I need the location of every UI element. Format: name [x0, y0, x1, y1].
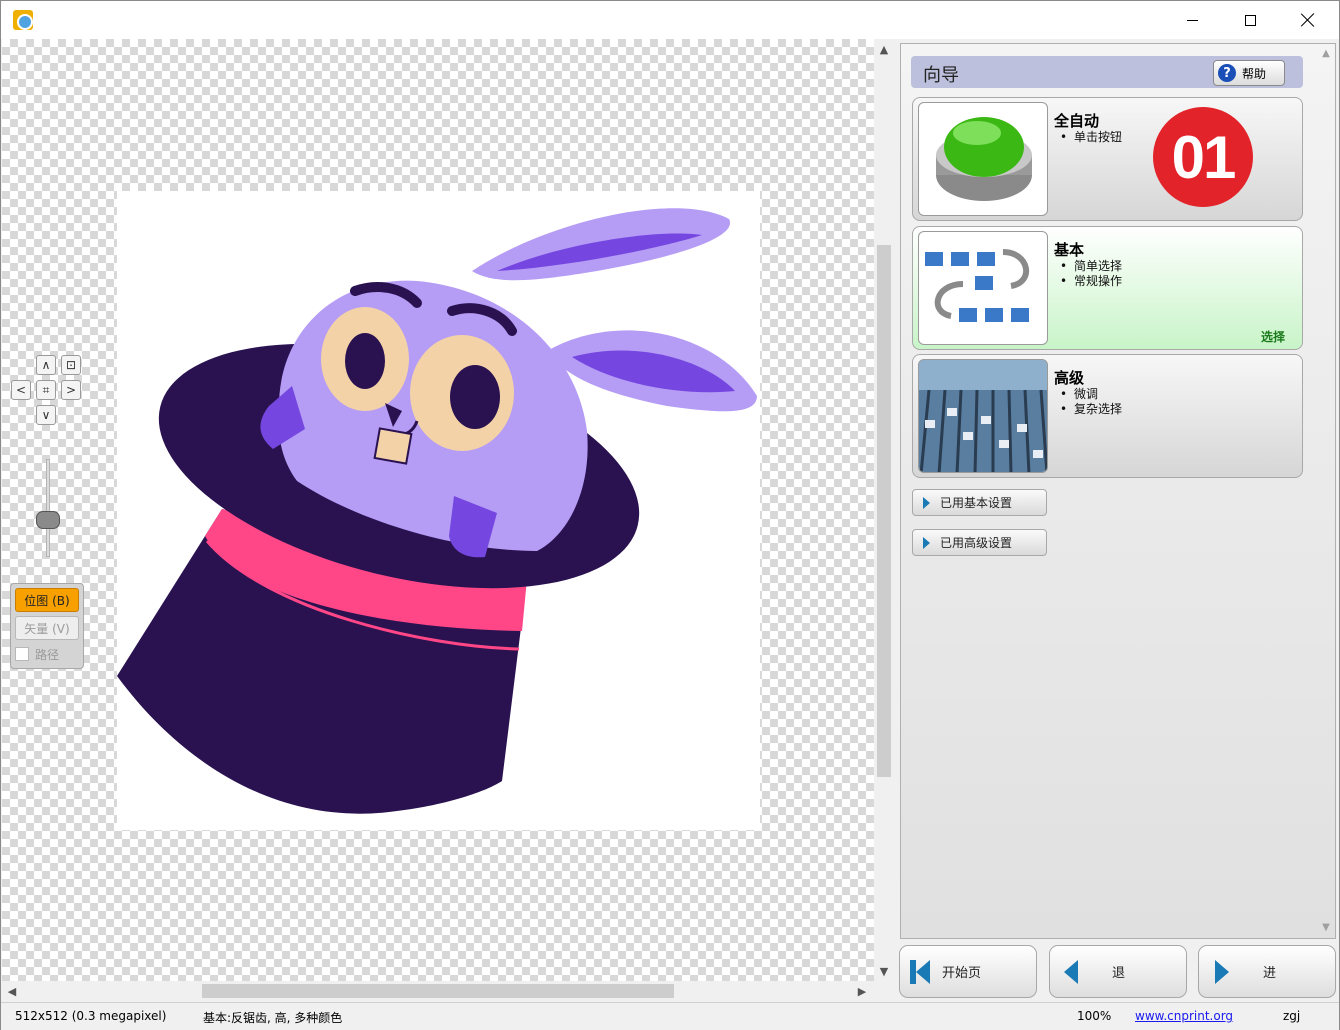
step-badge: 01	[1153, 107, 1253, 207]
advanced-mode-card[interactable]: 高级 微调 复杂选择	[912, 354, 1303, 478]
path-toggle[interactable]: 路径	[15, 644, 79, 664]
basic-settings-label: 已用基本设置	[940, 496, 1013, 510]
help-label: 帮助	[1242, 66, 1267, 81]
scroll-down-icon[interactable]: ▼	[874, 961, 894, 981]
list-item: 简单选择	[1054, 259, 1122, 274]
zoom-status: 100%	[1077, 1009, 1112, 1023]
close-icon	[1301, 13, 1315, 27]
list-item: 微调	[1054, 387, 1122, 402]
selected-label: 选择	[1261, 330, 1286, 344]
auto-card-title: 全自动	[1054, 112, 1100, 130]
next-label: 进	[1263, 966, 1277, 981]
image-canvas[interactable]: ∧ ⊡ < ⌗ > ∨ 位图 (B) 矢量 (V) 路径	[2, 39, 874, 981]
minimize-button[interactable]	[1163, 1, 1221, 39]
basic-settings-button[interactable]: 已用基本设置	[912, 489, 1047, 516]
list-item: 单击按钮	[1054, 130, 1122, 145]
skip-to-start-icon	[910, 959, 930, 984]
app-icon	[13, 10, 33, 30]
minimize-icon	[1186, 19, 1198, 21]
auto-mode-card[interactable]: 全自动 单击按钮 01	[912, 97, 1303, 221]
vertical-scrollbar[interactable]: ▲ ▼	[874, 39, 894, 981]
wizard-header: 向导 ? 帮助	[911, 56, 1303, 88]
help-icon: ?	[1218, 64, 1236, 82]
wizard-panel-scrollbar[interactable]: ▲ ▼	[1318, 45, 1334, 937]
maximize-button[interactable]	[1221, 1, 1279, 39]
list-item: 常规操作	[1054, 274, 1122, 289]
play-icon	[923, 536, 930, 549]
rabbit-in-hat-illustration	[117, 208, 757, 814]
next-arrow-icon	[1215, 959, 1229, 984]
advanced-thumbnail	[918, 359, 1048, 473]
status-bar: 512x512 (0.3 megapixel) 基本:反锯齿, 高, 多种颜色 …	[1, 1002, 1339, 1030]
bitmap-image	[117, 191, 760, 830]
advanced-settings-label: 已用高级设置	[940, 536, 1013, 550]
start-page-button[interactable]: 开始页	[899, 945, 1037, 998]
start-page-label: 开始页	[942, 966, 982, 981]
vertical-scroll-thumb[interactable]	[877, 245, 891, 777]
scroll-up-icon[interactable]: ▲	[874, 39, 894, 59]
advanced-card-bullets: 微调 复杂选择	[1054, 387, 1122, 417]
mode-status: 基本:反锯齿, 高, 多种颜色	[203, 1011, 343, 1025]
path-label: 路径	[35, 647, 60, 662]
path-checkbox[interactable]	[15, 647, 29, 661]
zoom-slider-thumb[interactable]	[36, 511, 60, 529]
next-button[interactable]: 进	[1198, 945, 1336, 998]
title-bar	[1, 1, 1339, 39]
auto-card-bullets: 单击按钮	[1054, 130, 1122, 145]
pan-down-button[interactable]: ∨	[36, 405, 56, 425]
advanced-settings-button[interactable]: 已用高级设置	[912, 529, 1047, 556]
scroll-right-icon[interactable]: ▶	[852, 981, 872, 1001]
render-mode-panel: 位图 (B) 矢量 (V) 路径	[10, 583, 84, 669]
green-button-icon	[936, 117, 1032, 201]
zoom-fit-button[interactable]: ⊡	[61, 355, 81, 375]
image-size-status: 512x512 (0.3 megapixel)	[15, 1009, 167, 1023]
basic-card-bullets: 简单选择 常规操作	[1054, 259, 1122, 289]
zoom-slider-track[interactable]	[46, 459, 50, 557]
center-button[interactable]: ⌗	[36, 380, 56, 400]
bitmap-mode-button[interactable]: 位图 (B)	[15, 588, 79, 612]
pan-right-button[interactable]: >	[61, 380, 81, 400]
basic-card-title: 基本	[1054, 241, 1085, 259]
scroll-left-icon[interactable]: ◀	[2, 981, 22, 1001]
scroll-corner	[874, 981, 894, 1001]
zoom-fit-icon: ⊡	[65, 358, 77, 372]
panel-scroll-down-icon[interactable]: ▼	[1318, 919, 1334, 935]
list-item: 复杂选择	[1054, 402, 1122, 417]
back-label: 退	[1112, 966, 1126, 981]
pan-up-button[interactable]: ∧	[36, 355, 56, 375]
basic-thumbnail	[918, 231, 1048, 345]
mixing-console-icon	[919, 360, 1047, 472]
user-status: zgj	[1283, 1009, 1301, 1023]
workflow-icon	[925, 249, 1030, 322]
auto-thumbnail	[918, 102, 1048, 216]
vector-mode-button[interactable]: 矢量 (V)	[15, 616, 79, 640]
horizontal-scrollbar[interactable]: ◀ ▶	[2, 981, 874, 1001]
advanced-card-title: 高级	[1054, 369, 1085, 387]
wizard-title: 向导	[923, 65, 959, 86]
back-button[interactable]: 退	[1049, 945, 1187, 998]
horizontal-scroll-thumb[interactable]	[202, 984, 674, 998]
maximize-icon	[1244, 14, 1256, 26]
website-link[interactable]: www.cnprint.org	[1135, 1009, 1233, 1023]
help-button[interactable]: ? 帮助	[1213, 60, 1285, 86]
pan-left-button[interactable]: <	[11, 380, 31, 400]
basic-mode-card[interactable]: 基本 简单选择 常规操作 选择	[912, 226, 1303, 350]
back-arrow-icon	[1064, 959, 1078, 984]
app-window: ∧ ⊡ < ⌗ > ∨ 位图 (B) 矢量 (V) 路径 ▲ ▼ ◀ ▶ ▲ ▼…	[0, 0, 1340, 1030]
panel-scroll-up-icon[interactable]: ▲	[1318, 45, 1334, 61]
close-button[interactable]	[1279, 1, 1337, 39]
play-icon	[923, 496, 930, 509]
